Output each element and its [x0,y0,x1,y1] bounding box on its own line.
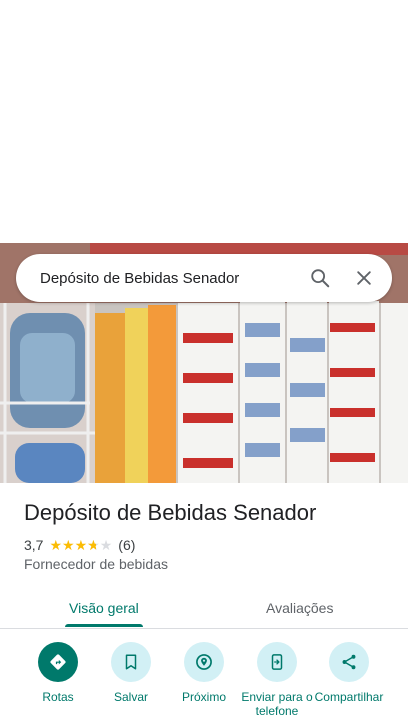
place-title: Depósito de Bebidas Senador [24,500,317,525]
share-icon [342,654,356,670]
send-to-phone-button[interactable]: Enviar para o telefone [240,640,314,718]
share-button-circle[interactable] [329,642,369,682]
directions-button-circle[interactable] [38,642,78,682]
tab-overview[interactable]: Visão geral [69,588,139,628]
tab-reviews[interactable]: Avaliações [266,588,333,628]
nearby-button-circle[interactable] [184,642,224,682]
directions-button[interactable]: Rotas [21,640,95,704]
search-bar[interactable]: Depósito de Bebidas Senador [16,254,392,302]
place-tabs: Visão geral Avaliações [0,588,408,629]
send-to-phone-icon [271,654,283,670]
clear-search-button[interactable] [344,258,384,298]
save-button[interactable]: Salvar [94,640,168,704]
map-area[interactable] [0,0,408,243]
save-label: Salvar [113,690,148,704]
directions-label: Rotas [42,690,74,704]
search-icon [311,269,330,288]
star-half-icon: ★ ★ [87,537,100,553]
search-button[interactable] [300,258,340,298]
share-button[interactable]: Compartilhar [312,640,386,704]
star-empty-icon: ★ [99,537,113,553]
star-icon: ★ [49,537,63,553]
share-label: Compartilhar [314,690,384,704]
send-to-phone-label: Enviar para o telefone [241,690,313,718]
rating-row[interactable]: 3,7 ★ ★ ★ ★ ★ ★ (6) [24,536,135,554]
search-query[interactable]: Depósito de Bebidas Senador [40,270,300,287]
rating-value: 3,7 [24,537,44,553]
close-icon [357,271,371,285]
nearby-icon [196,654,212,670]
nearby-label: Próximo [181,690,226,704]
nearby-button[interactable]: Próximo [167,640,241,704]
directions-icon [50,654,66,670]
active-tab-indicator [65,624,143,627]
save-button-circle[interactable] [111,642,151,682]
place-category: Fornecedor de bebidas [24,556,168,572]
review-count: (6) [118,537,136,553]
bookmark-icon [125,654,137,670]
rating-stars: ★ ★ ★ ★ ★ ★ [49,538,112,552]
action-buttons: Rotas Salvar Próximo Enviar para o telef… [0,640,408,726]
send-to-phone-button-circle[interactable] [257,642,297,682]
star-icon: ★ [62,537,75,553]
star-icon: ★ [74,537,88,553]
